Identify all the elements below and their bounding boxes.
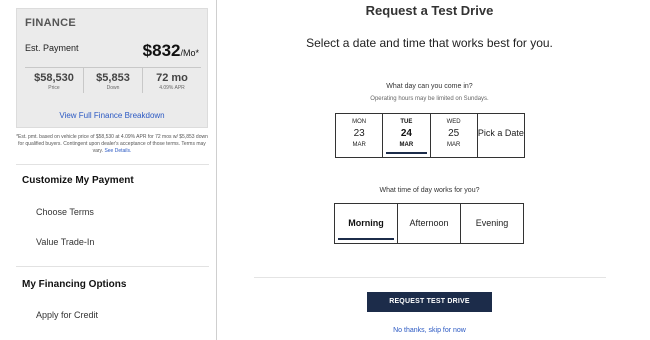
time-picker: Morning Afternoon Evening xyxy=(334,203,524,244)
sidebar-item-value-trade-in[interactable]: Value Trade-In xyxy=(36,237,94,247)
est-payment-amount: $832/Mo* xyxy=(143,41,199,61)
customize-payment-heading: Customize My Payment xyxy=(22,175,134,186)
day-question: What day can you come in? xyxy=(386,83,473,90)
date-dow: TUE xyxy=(400,119,413,125)
stat-price-label: Price xyxy=(48,85,60,91)
date-month: MAR xyxy=(446,142,461,148)
sidebar-item-apply-credit[interactable]: Apply for Credit xyxy=(36,310,98,320)
date-month: MAR xyxy=(399,142,414,148)
page-subtitle: Select a date and time that works best f… xyxy=(306,36,553,50)
sidebar-divider xyxy=(16,164,209,165)
stat-price-value: $58,530 xyxy=(34,72,74,84)
date-num: 24 xyxy=(400,128,412,139)
page-title: Request a Test Drive xyxy=(365,3,494,18)
date-picker: MON 23 MAR TUE 24 MAR WED 25 MAR Pick a … xyxy=(335,113,525,158)
est-amount-unit: /Mo* xyxy=(180,48,199,58)
sidebar: FINANCE Est. Payment $832/Mo* $58,530 Pr… xyxy=(0,0,217,340)
request-test-drive-button[interactable]: REQUEST TEST DRIVE xyxy=(367,292,492,312)
est-amount-value: $832 xyxy=(142,41,181,60)
day-note: Operating hours may be limited on Sunday… xyxy=(370,96,489,102)
time-option-afternoon[interactable]: Afternoon xyxy=(397,203,461,244)
sidebar-item-choose-terms[interactable]: Choose Terms xyxy=(36,207,94,217)
pick-a-date-label: Pick a Date xyxy=(477,128,524,138)
time-option-evening[interactable]: Evening xyxy=(460,203,524,244)
finance-card: FINANCE Est. Payment $832/Mo* $58,530 Pr… xyxy=(16,8,208,128)
finance-title: FINANCE xyxy=(25,17,76,29)
finance-stats: $58,530 Price $5,853 Down 72 mo 4.09% AP… xyxy=(25,67,201,93)
date-option-mon[interactable]: MON 23 MAR xyxy=(336,114,384,157)
skip-link[interactable]: No thanks, skip for now xyxy=(217,327,642,334)
date-option-tue[interactable]: TUE 24 MAR xyxy=(383,114,431,157)
est-payment-label: Est. Payment xyxy=(25,43,79,53)
finance-disclaimer: *Est. pmt. based on vehicle price of $58… xyxy=(16,134,208,155)
stat-term: 72 mo 4.09% APR xyxy=(143,68,201,93)
date-option-wed[interactable]: WED 25 MAR xyxy=(431,114,478,157)
time-question: What time of day works for you? xyxy=(379,187,480,194)
stat-down: $5,853 Down xyxy=(84,68,143,93)
date-num: 25 xyxy=(448,128,460,139)
time-option-morning[interactable]: Morning xyxy=(334,203,398,244)
stat-price: $58,530 Price xyxy=(25,68,84,93)
see-details-link[interactable]: See Details. xyxy=(104,148,131,154)
stat-term-value: 72 mo xyxy=(156,72,188,84)
financing-options-heading: My Financing Options xyxy=(22,279,127,290)
main-divider xyxy=(254,277,606,278)
date-month: MAR xyxy=(352,142,366,148)
stat-down-value: $5,853 xyxy=(96,72,130,84)
stat-down-label: Down xyxy=(106,85,120,91)
pick-a-date-button[interactable]: Pick a Date xyxy=(478,114,524,157)
date-dow: WED xyxy=(446,119,461,125)
date-dow: MON xyxy=(352,119,367,125)
date-num: 23 xyxy=(353,128,365,139)
stat-term-label: 4.09% APR xyxy=(159,85,185,91)
finance-breakdown-link[interactable]: View Full Finance Breakdown xyxy=(17,111,207,120)
sidebar-divider xyxy=(16,266,209,267)
